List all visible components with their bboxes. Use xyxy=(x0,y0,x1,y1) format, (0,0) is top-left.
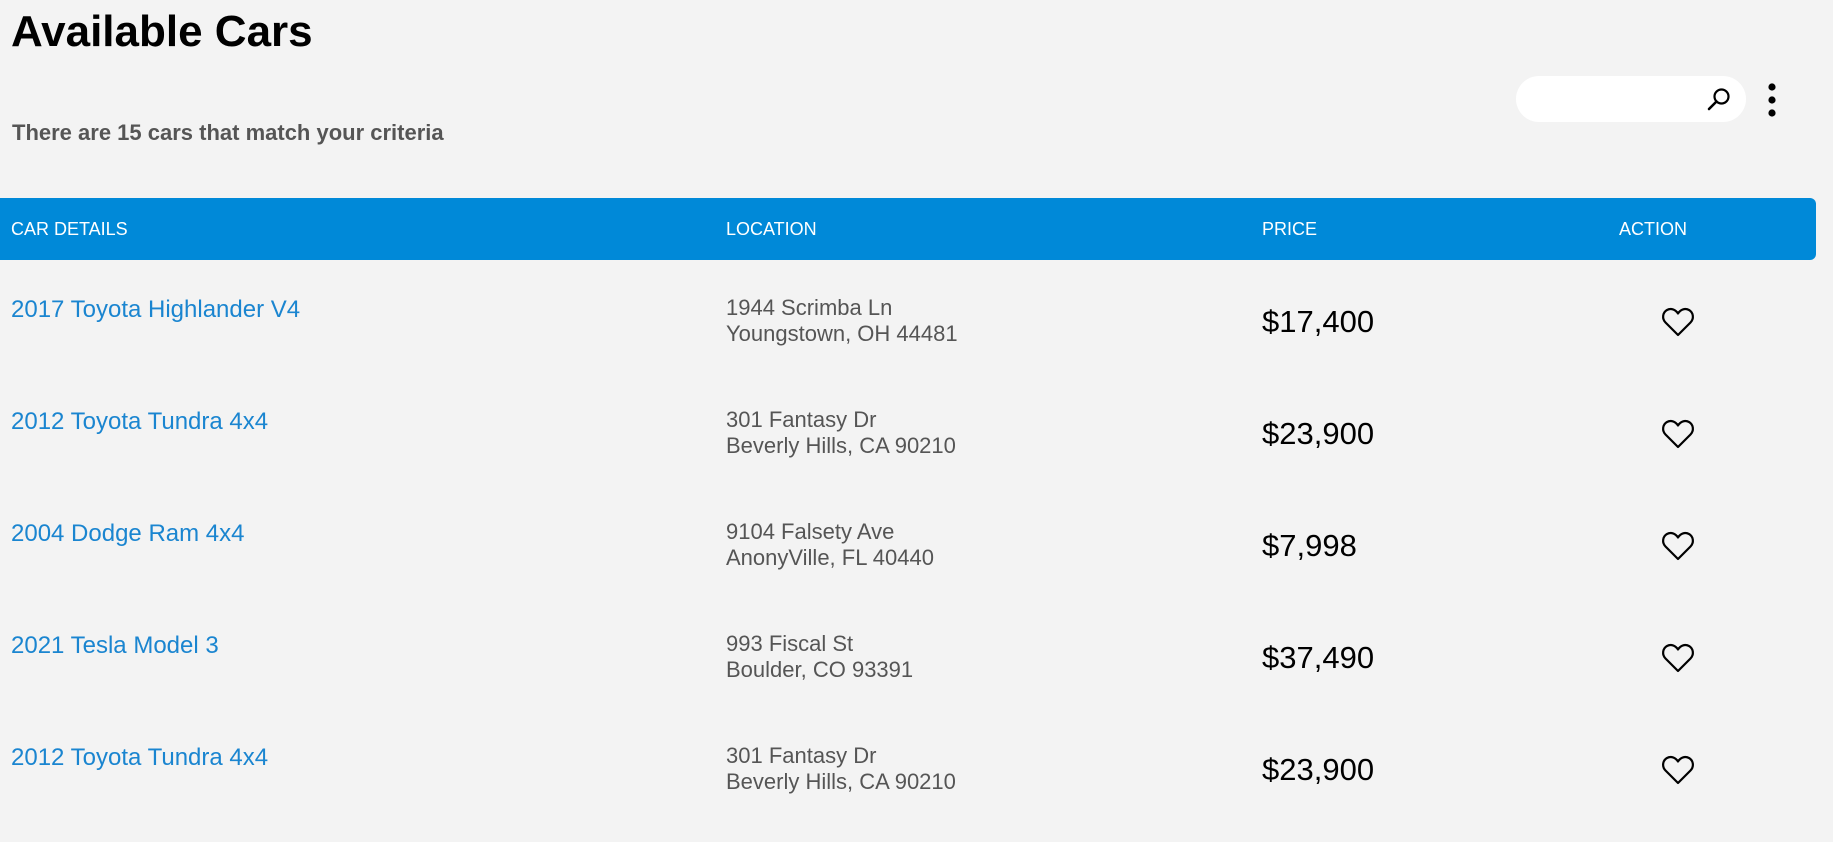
table-row: 2012 Toyota Tundra 4x4 301 Fantasy Dr Be… xyxy=(0,708,1816,820)
column-header-price: PRICE xyxy=(1262,219,1318,239)
location-cell: 301 Fantasy Dr Beverly Hills, CA 90210 xyxy=(726,407,956,459)
table-row: 2004 Dodge Ram 4x4 9104 Falsety Ave Anon… xyxy=(0,484,1816,596)
favorite-heart-icon[interactable] xyxy=(1661,306,1695,338)
location-city: AnonyVille, FL 40440 xyxy=(726,545,934,570)
favorite-heart-icon[interactable] xyxy=(1661,530,1695,562)
table-row: 2021 Tesla Model 3 993 Fiscal St Boulder… xyxy=(0,596,1816,708)
search-box[interactable] xyxy=(1516,76,1746,122)
location-cell: 9104 Falsety Ave AnonyVille, FL 40440 xyxy=(726,519,934,571)
location-street: 9104 Falsety Ave xyxy=(726,519,895,544)
location-city: Beverly Hills, CA 90210 xyxy=(726,433,956,458)
favorite-heart-icon[interactable] xyxy=(1661,754,1695,786)
location-street: 301 Fantasy Dr xyxy=(726,743,877,768)
location-street: 301 Fantasy Dr xyxy=(726,407,877,432)
table-row: 2017 Toyota Highlander V4 1944 Scrimba L… xyxy=(0,260,1816,372)
car-details-link[interactable]: 2004 Dodge Ram 4x4 xyxy=(11,520,244,548)
location-cell: 301 Fantasy Dr Beverly Hills, CA 90210 xyxy=(726,743,956,795)
location-street: 993 Fiscal St xyxy=(726,631,854,656)
car-table-body: 2017 Toyota Highlander V4 1944 Scrimba L… xyxy=(0,260,1816,820)
page-title: Available Cars xyxy=(11,7,313,56)
table-row: 2012 Toyota Tundra 4x4 301 Fantasy Dr Be… xyxy=(0,372,1816,484)
search-icon[interactable] xyxy=(1706,86,1732,112)
car-details-link[interactable]: 2012 Toyota Tundra 4x4 xyxy=(11,744,268,772)
price-cell: $17,400 xyxy=(1262,304,1375,339)
favorite-heart-icon[interactable] xyxy=(1661,418,1695,450)
location-street: 1944 Scrimba Ln xyxy=(726,295,893,320)
location-cell: 1944 Scrimba Ln Youngstown, OH 44481 xyxy=(726,295,958,347)
location-city: Beverly Hills, CA 90210 xyxy=(726,769,956,794)
car-details-link[interactable]: 2017 Toyota Highlander V4 xyxy=(11,296,300,324)
column-header-car-details: CAR DETAILS xyxy=(11,219,128,239)
price-cell: $7,998 xyxy=(1262,528,1357,563)
column-header-action: ACTION xyxy=(1619,219,1688,239)
favorite-heart-icon[interactable] xyxy=(1661,642,1695,674)
search-input[interactable] xyxy=(1534,84,1698,116)
page: Available Cars There are 15 cars that ma… xyxy=(0,0,1833,842)
car-details-link[interactable]: 2021 Tesla Model 3 xyxy=(11,632,219,660)
price-cell: $23,900 xyxy=(1262,752,1375,787)
price-cell: $37,490 xyxy=(1262,640,1375,675)
price-cell: $23,900 xyxy=(1262,416,1375,451)
location-cell: 993 Fiscal St Boulder, CO 93391 xyxy=(726,631,913,683)
car-details-link[interactable]: 2012 Toyota Tundra 4x4 xyxy=(11,408,268,436)
more-vertical-icon[interactable] xyxy=(1760,80,1784,120)
location-city: Youngstown, OH 44481 xyxy=(726,321,958,346)
location-city: Boulder, CO 93391 xyxy=(726,657,914,682)
column-header-location: LOCATION xyxy=(726,219,817,239)
table-header: CAR DETAILS LOCATION PRICE ACTION xyxy=(0,198,1816,260)
result-count-text: There are 15 cars that match your criter… xyxy=(12,120,444,145)
